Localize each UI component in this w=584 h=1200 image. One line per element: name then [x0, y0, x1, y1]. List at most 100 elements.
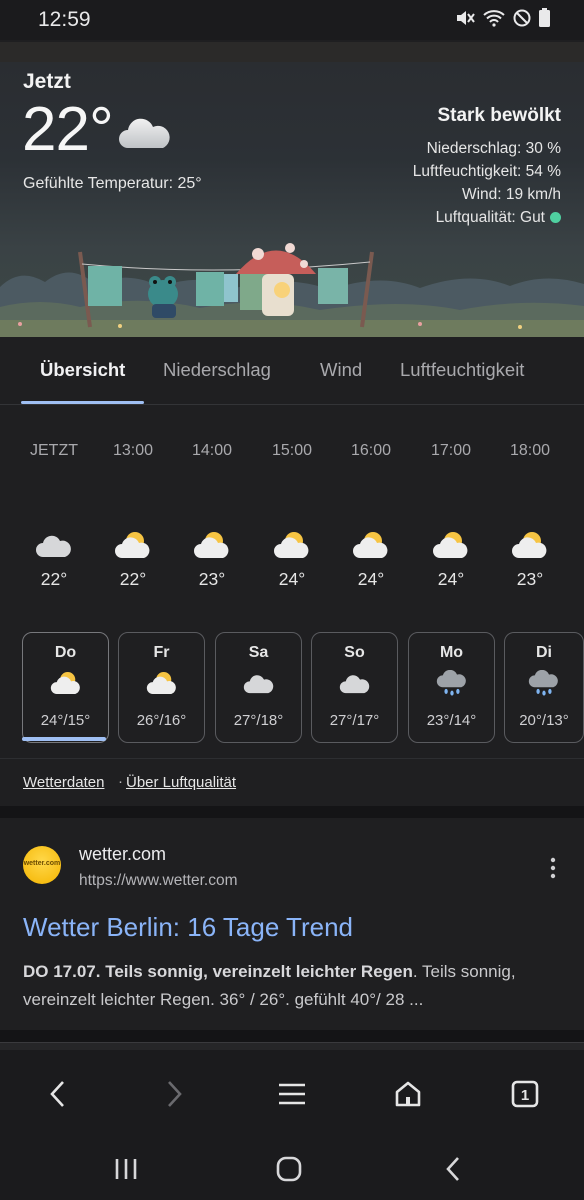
hour-temp: 24° — [278, 569, 306, 589]
day-card[interactable]: Mo 23°/14° — [408, 632, 495, 743]
recents-button[interactable] — [104, 1149, 148, 1189]
wifi-icon — [483, 9, 505, 27]
hour-time: 13:00 — [112, 442, 154, 459]
day-name: Sa — [248, 644, 269, 661]
day-icon-wrap — [409, 670, 494, 706]
day-name: Fr — [153, 644, 170, 661]
hour-time: 14:00 — [191, 442, 233, 459]
partly-sunny-icon — [512, 532, 547, 558]
section-divider — [0, 806, 584, 818]
weather-details: Niederschlag: 30 % Luftfeuchtigkeit: 54 … — [413, 137, 561, 229]
air-quality-value: Luftqualität: Gut — [435, 209, 545, 226]
hourly-item: 17:00 24° — [411, 430, 491, 590]
status-icons — [455, 8, 550, 27]
mute-icon — [457, 10, 475, 25]
system-back-button[interactable] — [431, 1149, 475, 1189]
day-icon-wrap — [119, 670, 204, 706]
back-button[interactable] — [36, 1072, 80, 1116]
precipitation-value: Niederschlag: 30 % — [426, 140, 561, 157]
hour-icon-wrap — [331, 530, 411, 564]
battery-icon — [539, 8, 550, 27]
hour-time: 15:00 — [271, 442, 313, 459]
day-name: Di — [536, 644, 552, 661]
day-icon-wrap — [312, 670, 397, 706]
now-label: Jetzt — [23, 70, 71, 93]
wind-value: Wind: 19 km/h — [461, 186, 561, 203]
hour-icon-wrap — [490, 530, 570, 564]
hourly-item: 13:00 22° — [93, 430, 173, 590]
day-temps: 24°/15° — [40, 712, 91, 729]
day-card[interactable]: Di 20°/13° — [504, 632, 584, 743]
condition: Stark bewölkt — [437, 105, 561, 126]
hourly-item: JETZT 22° — [14, 430, 94, 590]
day-temps: 23°/14° — [426, 712, 477, 729]
tab-wind[interactable]: Wind — [320, 359, 362, 381]
hourly-item: 15:00 24° — [252, 430, 332, 590]
site-logo: wetter.com — [23, 846, 61, 884]
day-temps: 27°/18° — [233, 712, 284, 729]
result-title-link[interactable]: Wetter Berlin: 16 Tage Trend — [23, 912, 353, 943]
search-result[interactable]: wetter.com wetter.com https://www.wetter… — [0, 818, 584, 1030]
day-card[interactable]: Fr 26°/16° — [118, 632, 205, 743]
tab-humidity[interactable]: Luftfeuchtigkeit — [400, 359, 524, 381]
tabs-count: 1 — [521, 1087, 529, 1104]
do-not-disturb-icon — [513, 9, 531, 26]
recents-icon — [115, 1159, 137, 1179]
browser-toolbar: 1 — [0, 1050, 584, 1135]
circle-home-icon — [276, 1156, 302, 1182]
system-home-button[interactable] — [267, 1149, 311, 1189]
hour-time: 18:00 — [509, 442, 551, 459]
tab-bar: Übersicht Niederschlag Wind Luftfeuchtig… — [0, 337, 584, 405]
hour-icon-wrap — [252, 530, 332, 564]
result-snippet: DO 17.07. Teils sonnig, vereinzelt leich… — [23, 958, 568, 1014]
day-icon-wrap — [505, 670, 583, 706]
hero-top-band — [0, 42, 584, 62]
feels-like: Gefühlte Temperatur: 25° — [23, 175, 202, 192]
partly-sunny-icon — [115, 532, 150, 558]
partly-sunny-icon — [353, 532, 388, 558]
more-options-icon[interactable] — [543, 856, 563, 880]
day-card[interactable]: Sa 27°/18° — [215, 632, 302, 743]
hour-time: 16:00 — [350, 442, 392, 459]
day-card[interactable]: Do 24°/15° — [22, 632, 109, 743]
site-name: wetter.com — [79, 844, 167, 864]
hour-icon-wrap — [93, 530, 173, 564]
hour-temp: 23° — [198, 569, 226, 589]
cloudy-icon — [119, 118, 170, 148]
weather-hero: Jetzt 22° Gefühlte Temperatur: 25° Stark… — [0, 42, 584, 337]
site-url: https://www.wetter.com — [79, 872, 238, 889]
snippet-bold: DO 17.07. Teils sonnig, vereinzelt leich… — [23, 962, 413, 981]
air-quality-dot — [550, 212, 561, 223]
tabs-button[interactable]: 1 — [503, 1072, 547, 1116]
next-card-edge — [0, 1042, 584, 1050]
hourly-item: 18:00 23° — [490, 430, 570, 590]
menu-icon — [279, 1083, 305, 1105]
hour-temp: 24° — [437, 569, 465, 589]
current-temperature: 22° — [22, 95, 114, 164]
day-card[interactable]: So 27°/17° — [311, 632, 398, 743]
day-temps: 27°/17° — [329, 712, 380, 729]
tab-precipitation[interactable]: Niederschlag — [163, 359, 271, 381]
hour-temp: 23° — [516, 569, 544, 589]
day-icon-wrap — [23, 670, 108, 706]
hour-temp: 22° — [40, 569, 68, 589]
cloudy-icon — [36, 535, 71, 557]
bottom-divider — [0, 1030, 584, 1050]
rain-icon — [528, 670, 558, 696]
hourly-forecast: JETZT 22° 13:00 22° 14:00 23° 15:00 24° 16:00 24°… — [0, 430, 584, 600]
partly-sunny-icon — [146, 672, 176, 694]
weather-data-link[interactable]: Wetterdaten — [23, 774, 104, 791]
day-temps: 20°/13° — [519, 712, 569, 729]
forward-button[interactable] — [152, 1072, 196, 1116]
chevron-left-icon — [50, 1081, 64, 1107]
menu-button[interactable] — [270, 1072, 314, 1116]
day-name: So — [344, 644, 365, 661]
site-logo-text: wetter.com — [23, 860, 61, 867]
chevron-left-icon — [446, 1157, 459, 1181]
hour-icon-wrap — [411, 530, 491, 564]
hourly-item: 14:00 23° — [172, 430, 252, 590]
home-button[interactable] — [386, 1072, 430, 1116]
humidity-value: Luftfeuchtigkeit: 54 % — [412, 163, 561, 180]
air-quality-link[interactable]: Über Luftqualität — [126, 774, 236, 791]
tab-overview[interactable]: Übersicht — [40, 359, 125, 381]
